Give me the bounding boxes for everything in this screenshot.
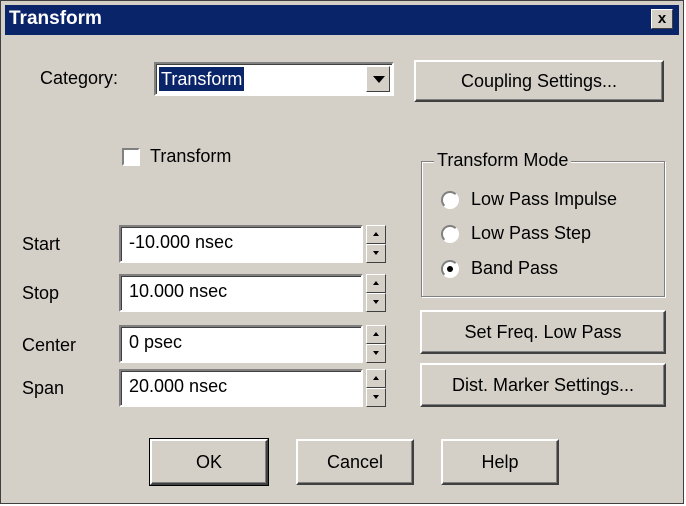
stop-value: 10.000 nsec xyxy=(129,281,228,301)
span-value: 20.000 nsec xyxy=(129,376,228,396)
radio-label-low-pass-impulse[interactable]: Low Pass Impulse xyxy=(471,189,617,210)
radio-low-pass-step[interactable] xyxy=(441,225,459,243)
center-spinner xyxy=(366,325,386,363)
spin-up-icon xyxy=(373,376,379,380)
radio-label-band-pass[interactable]: Band Pass xyxy=(471,258,558,279)
help-button[interactable]: Help xyxy=(441,439,559,485)
cancel-button[interactable]: Cancel xyxy=(296,439,414,485)
transform-checkbox-label[interactable]: Transform xyxy=(150,146,231,167)
start-spin-down-button[interactable] xyxy=(366,244,386,263)
span-input[interactable]: 20.000 nsec xyxy=(119,369,363,407)
span-spinner xyxy=(366,369,386,407)
span-label: Span xyxy=(22,378,65,398)
center-value: 0 psec xyxy=(129,332,183,352)
chevron-down-icon xyxy=(373,76,385,83)
stop-input[interactable]: 10.000 nsec xyxy=(119,274,363,312)
spin-down-icon xyxy=(373,300,379,304)
window-title: Transform xyxy=(9,8,102,29)
stop-spin-down-button[interactable] xyxy=(366,293,386,312)
spin-up-icon xyxy=(373,332,379,336)
start-label: Start xyxy=(22,234,61,254)
set-freq-low-pass-button[interactable]: Set Freq. Low Pass xyxy=(420,310,666,354)
stop-label: Stop xyxy=(22,283,60,303)
spin-down-icon xyxy=(373,251,379,255)
dist-marker-settings-button[interactable]: Dist. Marker Settings... xyxy=(420,363,666,407)
stop-spinner xyxy=(366,274,386,312)
span-spin-down-button[interactable] xyxy=(366,388,386,407)
category-select[interactable]: Transform xyxy=(154,62,394,96)
spin-up-icon xyxy=(373,281,379,285)
center-input[interactable]: 0 psec xyxy=(119,325,363,363)
stop-spin-up-button[interactable] xyxy=(366,274,386,293)
ok-button[interactable]: OK xyxy=(149,438,269,486)
transform-mode-title: Transform Mode xyxy=(434,150,572,171)
center-spin-down-button[interactable] xyxy=(366,344,386,363)
spin-up-icon xyxy=(373,232,379,236)
category-label: Category: xyxy=(40,68,119,88)
radio-band-pass[interactable] xyxy=(441,260,459,278)
span-spin-up-button[interactable] xyxy=(366,369,386,388)
start-value: -10.000 nsec xyxy=(129,232,234,252)
start-input[interactable]: -10.000 nsec xyxy=(119,225,363,263)
radio-selected-dot xyxy=(447,266,453,272)
title-bar: Transform x xyxy=(5,5,679,35)
close-button[interactable]: x xyxy=(651,9,673,29)
category-dropdown-button[interactable] xyxy=(366,66,390,92)
transform-dialog: Transform x Category: Transform Coupling… xyxy=(0,0,684,504)
radio-low-pass-impulse[interactable] xyxy=(441,191,459,209)
coupling-settings-button[interactable]: Coupling Settings... xyxy=(414,60,664,102)
transform-checkbox[interactable] xyxy=(122,148,140,166)
center-label: Center xyxy=(22,335,77,355)
radio-label-low-pass-step[interactable]: Low Pass Step xyxy=(471,223,591,244)
spin-down-icon xyxy=(373,351,379,355)
start-spin-up-button[interactable] xyxy=(366,225,386,244)
spin-down-icon xyxy=(373,395,379,399)
start-spinner xyxy=(366,225,386,263)
center-spin-up-button[interactable] xyxy=(366,325,386,344)
close-icon: x xyxy=(657,10,667,27)
category-selected-value: Transform xyxy=(159,67,245,91)
